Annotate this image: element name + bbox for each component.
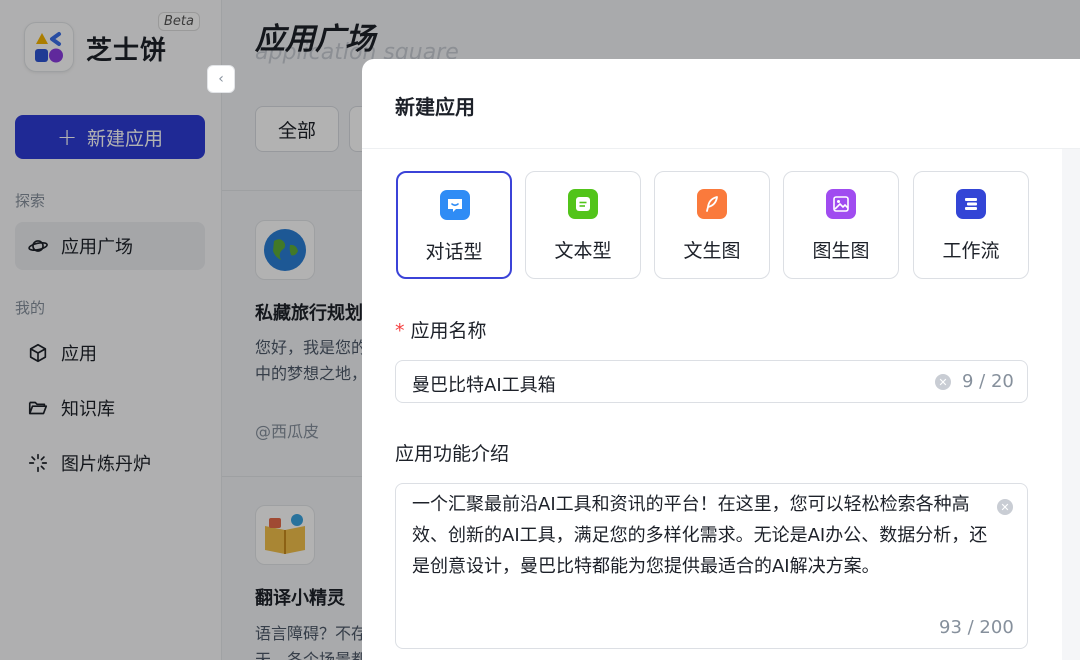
type-option-text-to-image[interactable]: 文生图 — [654, 171, 770, 279]
modal-title: 新建应用 — [395, 95, 475, 119]
clear-icon[interactable]: ✕ — [935, 374, 951, 390]
chat-icon — [440, 190, 470, 220]
scrollbar[interactable] — [1062, 149, 1080, 660]
app-name-value: 曼巴比特AI工具箱 — [412, 375, 556, 396]
clear-icon[interactable]: ✕ — [997, 499, 1013, 515]
modal-header: 新建应用 — [362, 59, 1080, 149]
app-name-label: * 应用名称 — [395, 316, 487, 343]
app-desc-value: 一个汇聚最前沿AI工具和资讯的平台！在这里，您可以轻松检索各种高效、创新的AI工… — [412, 494, 988, 577]
app-name-input[interactable]: 曼巴比特AI工具箱 ✕ 9 / 20 — [395, 360, 1028, 403]
type-option-chat[interactable]: 对话型 — [396, 171, 512, 279]
type-label: 图生图 — [812, 240, 870, 262]
collapse-sidebar-button[interactable]: ‹ — [207, 65, 235, 93]
workflow-icon — [956, 189, 986, 219]
app-name-label-text: 应用名称 — [410, 320, 487, 342]
type-label: 工作流 — [942, 240, 1000, 262]
type-label: 文生图 — [683, 240, 741, 262]
feather-icon — [697, 189, 727, 219]
app-desc-textarea[interactable]: 一个汇聚最前沿AI工具和资讯的平台！在这里，您可以轻松检索各种高效、创新的AI工… — [395, 483, 1028, 649]
type-option-text[interactable]: 文本型 — [525, 171, 641, 279]
type-option-image-to-image[interactable]: 图生图 — [783, 171, 899, 279]
type-label: 文本型 — [554, 240, 612, 262]
app-desc-label: 应用功能介绍 — [395, 443, 510, 465]
type-label: 对话型 — [425, 241, 483, 263]
image-icon — [826, 189, 856, 219]
required-mark: * — [395, 320, 405, 342]
chevron-left-icon: ‹ — [218, 71, 224, 87]
app-name-counter: 9 / 20 — [962, 371, 1014, 392]
text-icon — [568, 189, 598, 219]
app-desc-counter: 93 / 200 — [939, 617, 1014, 638]
new-app-modal: 新建应用 对话型 文本型 文生图 图生图 工作流 * 应用名称 曼巴比特AI工具箱… — [362, 59, 1080, 660]
type-option-workflow[interactable]: 工作流 — [913, 171, 1029, 279]
